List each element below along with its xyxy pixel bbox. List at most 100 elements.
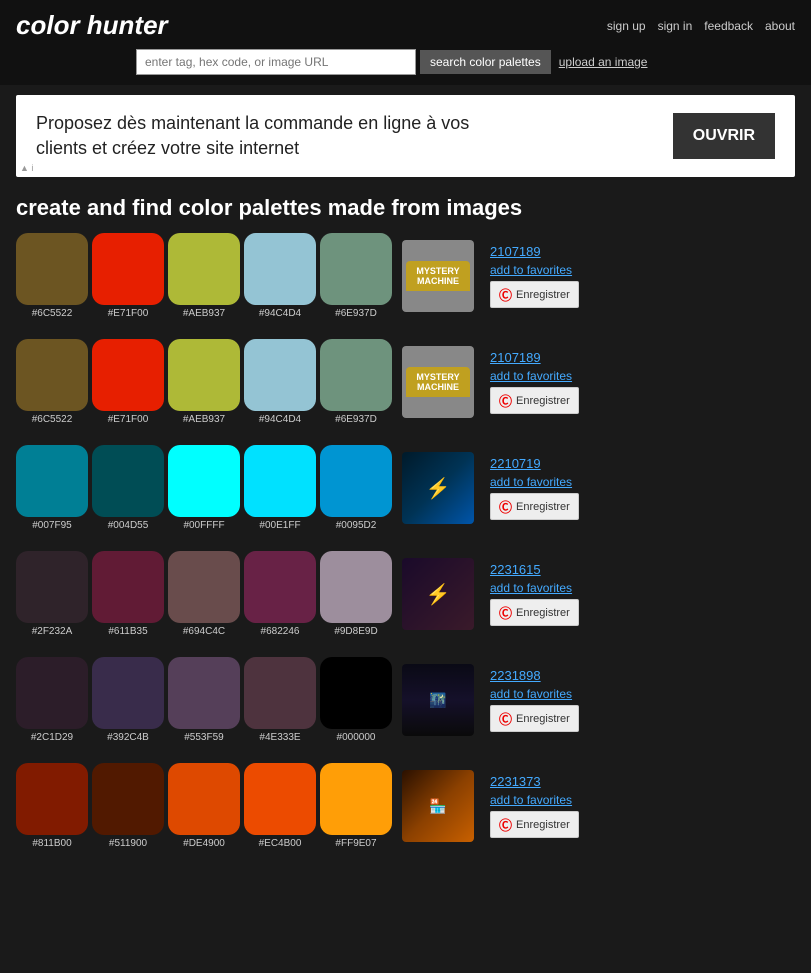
color-swatch[interactable] [168, 445, 240, 517]
color-swatch[interactable] [92, 657, 164, 729]
enregistrer-button[interactable]: Ⓒ Enregistrer [490, 281, 579, 308]
color-swatch[interactable] [320, 763, 392, 835]
swatch-block: #811B00 [16, 763, 88, 849]
swatch-block: #000000 [320, 657, 392, 743]
pinterest-icon: Ⓒ [499, 709, 512, 728]
enregistrer-button[interactable]: Ⓒ Enregistrer [490, 387, 579, 414]
swatch-label: #00E1FF [259, 520, 300, 531]
enregistrer-button[interactable]: Ⓒ Enregistrer [490, 811, 579, 838]
swatch-block: #6E937D [320, 339, 392, 425]
color-swatch[interactable] [244, 233, 316, 305]
logo: color hunter [16, 10, 168, 41]
color-swatch[interactable] [320, 657, 392, 729]
palette-thumbnail[interactable]: MYSTERYMACHINE [402, 346, 474, 418]
swatch-block: #2F232A [16, 551, 88, 637]
enregistrer-button[interactable]: Ⓒ Enregistrer [490, 493, 579, 520]
color-swatch[interactable] [16, 551, 88, 623]
color-swatch[interactable] [320, 445, 392, 517]
enregistrer-button[interactable]: Ⓒ Enregistrer [490, 599, 579, 626]
swatch-label: #611B35 [108, 626, 147, 637]
palette-thumbnail[interactable]: 🌃 [402, 664, 474, 736]
pinterest-icon: Ⓒ [499, 285, 512, 304]
swatch-label: #9D8E9D [334, 626, 377, 637]
pinterest-icon: Ⓒ [499, 497, 512, 516]
color-swatch[interactable] [16, 763, 88, 835]
color-swatch[interactable] [92, 339, 164, 411]
swatches-group: #811B00#511900#DE4900#EC4B00#FF9E07 [16, 763, 392, 849]
search-button[interactable]: search color palettes [420, 50, 551, 74]
swatch-block: #9D8E9D [320, 551, 392, 637]
swatch-block: #E71F00 [92, 339, 164, 425]
palette-id[interactable]: 2107189 [490, 244, 579, 259]
color-swatch[interactable] [320, 233, 392, 305]
color-swatch[interactable] [168, 763, 240, 835]
color-swatch[interactable] [244, 551, 316, 623]
color-swatch[interactable] [244, 657, 316, 729]
color-swatch[interactable] [92, 233, 164, 305]
color-swatch[interactable] [168, 551, 240, 623]
color-swatch[interactable] [168, 657, 240, 729]
swatches-group: #2C1D29#392C4B#553F59#4E333E#000000 [16, 657, 392, 743]
swatch-label: #94C4D4 [259, 308, 301, 319]
palette-row: #007F95#004D55#00FFFF#00E1FF#0095D2⚡2210… [16, 445, 795, 531]
feedback-link[interactable]: feedback [704, 19, 753, 33]
swatch-label: #DE4900 [183, 838, 225, 849]
swatch-label: #392C4B [107, 732, 149, 743]
add-favorites-link[interactable]: add to favorites [490, 581, 579, 595]
color-swatch[interactable] [244, 445, 316, 517]
swatch-label: #EC4B00 [259, 838, 302, 849]
color-swatch[interactable] [168, 339, 240, 411]
palette-id[interactable]: 2210719 [490, 456, 579, 471]
palette-thumbnail[interactable]: ⚡ [402, 452, 474, 524]
palette-id[interactable]: 2231373 [490, 774, 579, 789]
palette-info: 2107189 add to favorites Ⓒ Enregistrer [490, 244, 579, 308]
palette-id[interactable]: 2231615 [490, 562, 579, 577]
color-swatch[interactable] [168, 233, 240, 305]
color-swatch[interactable] [16, 445, 88, 517]
add-favorites-link[interactable]: add to favorites [490, 369, 579, 383]
pinterest-icon: Ⓒ [499, 391, 512, 410]
palette-info: 2231615 add to favorites Ⓒ Enregistrer [490, 562, 579, 626]
upload-link[interactable]: upload an image [559, 55, 648, 69]
signup-link[interactable]: sign up [607, 19, 646, 33]
swatch-label: #007F95 [32, 520, 71, 531]
add-favorites-link[interactable]: add to favorites [490, 263, 579, 277]
palette-info: 2231373 add to favorites Ⓒ Enregistrer [490, 774, 579, 838]
swatch-label: #6E937D [335, 414, 377, 425]
add-favorites-link[interactable]: add to favorites [490, 793, 579, 807]
page-title: create and find color palettes made from… [0, 187, 811, 233]
color-swatch[interactable] [244, 339, 316, 411]
color-swatch[interactable] [16, 657, 88, 729]
color-swatch[interactable] [244, 763, 316, 835]
color-swatch[interactable] [92, 763, 164, 835]
enregistrer-button[interactable]: Ⓒ Enregistrer [490, 705, 579, 732]
about-link[interactable]: about [765, 19, 795, 33]
swatch-label: #6E937D [335, 308, 377, 319]
swatch-block: #94C4D4 [244, 339, 316, 425]
palette-row: #6C5522#E71F00#AEB937#94C4D4#6E937DMYSTE… [16, 339, 795, 425]
palette-id[interactable]: 2107189 [490, 350, 579, 365]
color-swatch[interactable] [320, 551, 392, 623]
add-favorites-link[interactable]: add to favorites [490, 687, 579, 701]
palette-id[interactable]: 2231898 [490, 668, 579, 683]
color-swatch[interactable] [16, 233, 88, 305]
color-swatch[interactable] [92, 551, 164, 623]
swatch-block: #00E1FF [244, 445, 316, 531]
swatch-block: #6E937D [320, 233, 392, 319]
palette-thumbnail[interactable]: ⚡ [402, 558, 474, 630]
swatch-label: #553F59 [184, 732, 223, 743]
nav-links: sign up sign in feedback about [607, 19, 795, 33]
signin-link[interactable]: sign in [658, 19, 693, 33]
swatches-group: #007F95#004D55#00FFFF#00E1FF#0095D2 [16, 445, 392, 531]
add-favorites-link[interactable]: add to favorites [490, 475, 579, 489]
ad-banner: Proposez dès maintenant la commande en l… [16, 95, 795, 177]
palette-thumbnail[interactable]: 🏪 [402, 770, 474, 842]
color-swatch[interactable] [320, 339, 392, 411]
color-swatch[interactable] [92, 445, 164, 517]
palette-thumbnail[interactable]: MYSTERYMACHINE [402, 240, 474, 312]
ad-button[interactable]: OUVRIR [673, 113, 775, 159]
color-swatch[interactable] [16, 339, 88, 411]
swatch-block: #0095D2 [320, 445, 392, 531]
search-input[interactable] [136, 49, 416, 75]
ad-label: ▲ i [20, 163, 33, 173]
